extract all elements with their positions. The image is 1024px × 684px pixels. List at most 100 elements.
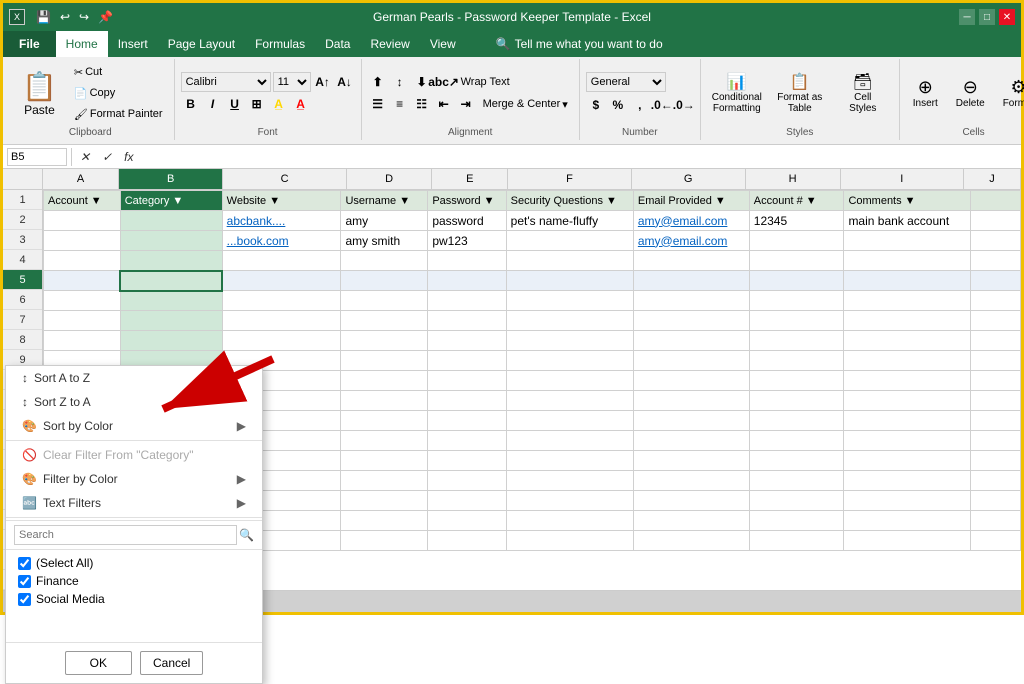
decrease-decimal-button[interactable]: .0← — [652, 95, 672, 115]
link-email1[interactable]: amy@email.com — [638, 214, 728, 228]
cell-g1[interactable]: Email Provided ▼ — [633, 191, 749, 211]
row-2[interactable]: 2 — [3, 210, 42, 230]
checkbox-social-media[interactable] — [18, 593, 31, 606]
align-right-button[interactable]: ☷ — [412, 94, 432, 114]
cell-b3[interactable] — [120, 231, 222, 251]
font-name-select[interactable]: Calibri — [181, 72, 271, 92]
filter-by-color-item[interactable]: 🎨 Filter by Color ▶ — [6, 467, 262, 491]
menu-review[interactable]: Review — [360, 31, 419, 57]
cell-a1[interactable]: Account ▼ — [44, 191, 121, 211]
cell-h1[interactable]: Account # ▼ — [749, 191, 844, 211]
copy-button[interactable]: 📄 Copy — [69, 84, 168, 103]
paste-button[interactable]: 📋 Paste — [13, 65, 66, 122]
row-7[interactable]: 7 — [3, 310, 42, 330]
cell-i1[interactable]: Comments ▼ — [844, 191, 970, 211]
cell-c2[interactable]: abcbank.... — [222, 211, 341, 231]
align-top-button[interactable]: ⬆ — [368, 72, 388, 92]
border-button[interactable]: ⊞ — [247, 94, 267, 114]
row-3[interactable]: 3 — [3, 230, 42, 250]
sort-z-to-a-item[interactable]: ↕ Sort Z to A — [6, 390, 262, 414]
italic-button[interactable]: I — [203, 94, 223, 114]
checkbox-finance[interactable] — [18, 575, 31, 588]
format-cell-button[interactable]: ⚙ Format — [996, 74, 1024, 112]
align-left-button[interactable]: ☰ — [368, 94, 388, 114]
menu-page-layout[interactable]: Page Layout — [158, 31, 245, 57]
col-header-d[interactable]: D — [347, 169, 432, 189]
col-header-c[interactable]: C — [223, 169, 346, 189]
format-table-button[interactable]: 📋 Format asTable — [770, 70, 830, 116]
col-header-e[interactable]: E — [432, 169, 508, 189]
cell-h3[interactable] — [749, 231, 844, 251]
insert-function-button[interactable]: fx — [120, 150, 137, 164]
cell-e2[interactable]: password — [428, 211, 506, 231]
row-1[interactable]: 1 — [3, 190, 42, 210]
name-box[interactable] — [7, 148, 67, 166]
cell-f1[interactable]: Security Questions ▼ — [506, 191, 633, 211]
font-color-button[interactable]: A̲ — [291, 94, 311, 114]
angle-text-button[interactable]: abc↗ — [434, 72, 454, 92]
text-filters-item[interactable]: 🔤 Text Filters ▶ — [6, 491, 262, 515]
format-painter-button[interactable]: 🖌 Format Painter — [69, 105, 168, 124]
cell-f2[interactable]: pet's name-fluffy — [506, 211, 633, 231]
increase-decimal-button[interactable]: .0→ — [674, 95, 694, 115]
cell-d3[interactable]: amy smith — [341, 231, 428, 251]
ok-button[interactable]: OK — [65, 651, 132, 675]
cell-j1[interactable] — [970, 191, 1020, 211]
col-header-b[interactable]: B — [119, 169, 223, 189]
row-5[interactable]: 5 — [3, 270, 42, 290]
comma-button[interactable]: , — [630, 95, 650, 115]
increase-indent-button[interactable]: ⇥ — [456, 94, 476, 114]
font-size-select[interactable]: 11 — [273, 72, 311, 92]
cell-j2[interactable] — [970, 211, 1020, 231]
align-middle-button[interactable]: ↕ — [390, 72, 410, 92]
close-button[interactable]: ✕ — [999, 9, 1015, 25]
pin-button[interactable]: 📌 — [95, 9, 116, 25]
fill-color-button[interactable]: A̲ — [269, 94, 289, 114]
currency-button[interactable]: $ — [586, 95, 606, 115]
cell-c3[interactable]: ...book.com — [222, 231, 341, 251]
link-email2[interactable]: amy@email.com — [638, 234, 728, 248]
row-4[interactable]: 4 — [3, 250, 42, 270]
cell-a2[interactable] — [44, 211, 121, 231]
underline-button[interactable]: U — [225, 94, 245, 114]
cell-i2[interactable]: main bank account — [844, 211, 970, 231]
insert-cell-button[interactable]: ⊕ Insert — [906, 74, 945, 112]
merge-center-button[interactable]: Merge & Center ▾ — [478, 94, 573, 114]
wrap-text-button[interactable]: Wrap Text — [456, 72, 515, 92]
maximize-button[interactable]: □ — [979, 9, 995, 25]
cell-b2[interactable] — [120, 211, 222, 231]
check-select-all[interactable]: (Select All) — [18, 554, 250, 572]
formula-input[interactable] — [141, 150, 1017, 164]
cell-c1[interactable]: Website ▼ — [222, 191, 341, 211]
delete-cell-button[interactable]: ⊖ Delete — [949, 74, 992, 112]
undo-button[interactable]: ↩ — [57, 9, 73, 25]
cell-e3[interactable]: pw123 — [428, 231, 506, 251]
cell-i3[interactable] — [844, 231, 970, 251]
increase-font-button[interactable]: A↑ — [313, 72, 333, 92]
filter-dropdown[interactable]: ↕ Sort A to Z ↕ Sort Z to A 🎨 Sort by Co… — [5, 365, 263, 684]
menu-data[interactable]: Data — [315, 31, 360, 57]
sort-a-to-z-item[interactable]: ↕ Sort A to Z — [6, 366, 262, 390]
decrease-indent-button[interactable]: ⇤ — [434, 94, 454, 114]
align-center-button[interactable]: ≡ — [390, 94, 410, 114]
row-8[interactable]: 8 — [3, 330, 42, 350]
cell-j3[interactable] — [970, 231, 1020, 251]
cell-a3[interactable] — [44, 231, 121, 251]
col-header-j[interactable]: J — [964, 169, 1021, 189]
row-6[interactable]: 6 — [3, 290, 42, 310]
cancel-button[interactable]: Cancel — [140, 651, 203, 675]
link-abcbank[interactable]: abcbank.... — [227, 214, 286, 228]
dropdown-search-input[interactable] — [14, 525, 237, 545]
minimize-button[interactable]: ─ — [959, 9, 975, 25]
cell-styles-button[interactable]: 🗃 CellStyles — [833, 70, 893, 116]
sort-by-color-item[interactable]: 🎨 Sort by Color ▶ — [6, 414, 262, 438]
cell-a4[interactable] — [44, 251, 121, 271]
cell-b1[interactable]: Category ▼ — [120, 191, 222, 211]
cell-a5[interactable] — [44, 271, 121, 291]
cut-button[interactable]: ✂ Cut — [69, 63, 168, 82]
bold-button[interactable]: B — [181, 94, 201, 114]
confirm-button[interactable]: ✓ — [98, 150, 116, 164]
col-header-i[interactable]: I — [841, 169, 964, 189]
cell-e1[interactable]: Password ▼ — [428, 191, 506, 211]
cell-g3[interactable]: amy@email.com — [633, 231, 749, 251]
